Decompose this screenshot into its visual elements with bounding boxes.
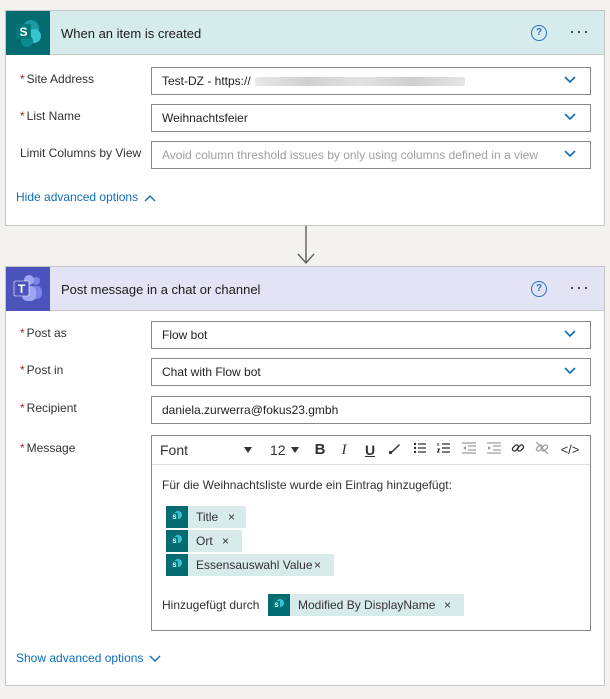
- svg-text:S: S: [172, 539, 176, 545]
- limit-columns-label: Limit Columns by View: [20, 146, 142, 160]
- bold-button[interactable]: B: [310, 440, 330, 460]
- required-marker: *: [20, 363, 25, 377]
- token-modified-by[interactable]: S Modified By DisplayName ×: [268, 594, 464, 616]
- chevron-down-icon[interactable]: [564, 330, 576, 338]
- trigger-card-header[interactable]: S When an item is created ? ···: [6, 11, 604, 55]
- italic-button[interactable]: I: [334, 440, 354, 460]
- numbered-list-button[interactable]: [434, 440, 454, 460]
- required-marker: *: [20, 326, 25, 340]
- sharepoint-icon: S: [6, 11, 50, 55]
- message-label: * Message: [20, 441, 76, 455]
- connector-arrow-icon: [297, 226, 315, 265]
- code-view-button[interactable]: </>: [557, 440, 583, 460]
- unlink-icon: [535, 441, 549, 455]
- list-name-dropdown[interactable]: Weihnachtsfeier: [151, 104, 591, 132]
- chevron-up-icon: [144, 194, 156, 202]
- redacted-url: [254, 77, 465, 87]
- sharepoint-icon: S: [166, 554, 188, 576]
- indent-icon: [487, 442, 501, 454]
- action-card: T Post message in a chat or channel ? ··…: [5, 266, 605, 686]
- post-as-label: * Post as: [20, 326, 67, 340]
- recipient-input[interactable]: daniela.zurwerra@fokus23.gmbh: [151, 396, 591, 424]
- svg-text:T: T: [18, 282, 26, 296]
- remove-link-button[interactable]: [532, 440, 552, 460]
- site-address-label: * Site Address: [20, 72, 95, 86]
- decrease-indent-button[interactable]: [459, 440, 479, 460]
- numbered-list-icon: [436, 443, 450, 453]
- help-icon[interactable]: ?: [531, 25, 547, 41]
- font-select[interactable]: Font: [160, 442, 188, 458]
- chevron-down-icon: [149, 655, 161, 662]
- underline-button[interactable]: U: [360, 440, 380, 460]
- limit-columns-dropdown[interactable]: Avoid column threshold issues by only us…: [151, 141, 591, 169]
- chevron-down-icon[interactable]: [564, 367, 576, 375]
- trigger-card: S When an item is created ? ··· * Site Ad…: [5, 10, 605, 226]
- bullet-list-icon: [413, 442, 426, 454]
- message-editor[interactable]: Font 12 B I U </> Für die Weihnachtslist…: [151, 435, 591, 631]
- caret-down-icon[interactable]: [244, 447, 252, 453]
- svg-text:S: S: [172, 515, 176, 521]
- added-by-text: Hinzugefügt durch: [162, 598, 260, 612]
- post-as-dropdown[interactable]: Flow bot: [151, 321, 591, 349]
- message-text: Für die Weihnachtsliste wurde ein Eintra…: [162, 478, 452, 492]
- insert-link-button[interactable]: [508, 440, 528, 460]
- svg-text:S: S: [172, 563, 176, 569]
- remove-token-icon[interactable]: ×: [314, 554, 321, 576]
- show-advanced-options-link[interactable]: Show advanced options: [16, 651, 161, 665]
- post-in-dropdown[interactable]: Chat with Flow bot: [151, 358, 591, 386]
- more-options-icon[interactable]: ···: [569, 278, 590, 296]
- chevron-down-icon[interactable]: [564, 76, 576, 84]
- remove-token-icon[interactable]: ×: [228, 506, 235, 528]
- token-title[interactable]: S Title ×: [166, 506, 246, 528]
- editor-toolbar: Font 12 B I U </>: [152, 436, 590, 465]
- remove-token-icon[interactable]: ×: [444, 594, 451, 616]
- increase-indent-button[interactable]: [484, 440, 504, 460]
- svg-text:S: S: [19, 25, 27, 39]
- sharepoint-icon: S: [268, 594, 290, 616]
- required-marker: *: [20, 401, 25, 415]
- sharepoint-icon: S: [166, 506, 188, 528]
- sharepoint-icon: S: [166, 530, 188, 552]
- help-icon[interactable]: ?: [531, 281, 547, 297]
- font-size-select[interactable]: 12: [270, 442, 286, 458]
- token-ort[interactable]: S Ort ×: [166, 530, 242, 552]
- outdent-icon: [462, 442, 476, 454]
- chevron-down-icon[interactable]: [564, 150, 576, 158]
- required-marker: *: [20, 109, 25, 123]
- list-name-label: * List Name: [20, 109, 81, 123]
- link-icon: [511, 444, 525, 452]
- svg-text:S: S: [274, 603, 278, 609]
- recipient-label: * Recipient: [20, 401, 77, 415]
- post-in-label: * Post in: [20, 363, 64, 377]
- site-address-dropdown[interactable]: Test-DZ - https://: [151, 67, 591, 95]
- caret-down-icon[interactable]: [291, 447, 299, 453]
- brush-icon: [388, 444, 400, 455]
- action-title: Post message in a chat or channel: [61, 282, 261, 297]
- action-card-header[interactable]: T Post message in a chat or channel ? ··…: [6, 267, 604, 311]
- token-essensauswahl[interactable]: S Essensauswahl Value ×: [166, 554, 334, 576]
- required-marker: *: [20, 72, 25, 86]
- hide-advanced-options-link[interactable]: Hide advanced options: [16, 190, 156, 204]
- text-color-button[interactable]: [385, 440, 405, 460]
- more-options-icon[interactable]: ···: [569, 22, 590, 40]
- teams-icon: T: [6, 267, 50, 311]
- chevron-down-icon[interactable]: [564, 113, 576, 121]
- bullet-list-button[interactable]: [410, 440, 430, 460]
- remove-token-icon[interactable]: ×: [222, 530, 229, 552]
- trigger-title: When an item is created: [61, 26, 202, 41]
- required-marker: *: [20, 441, 25, 455]
